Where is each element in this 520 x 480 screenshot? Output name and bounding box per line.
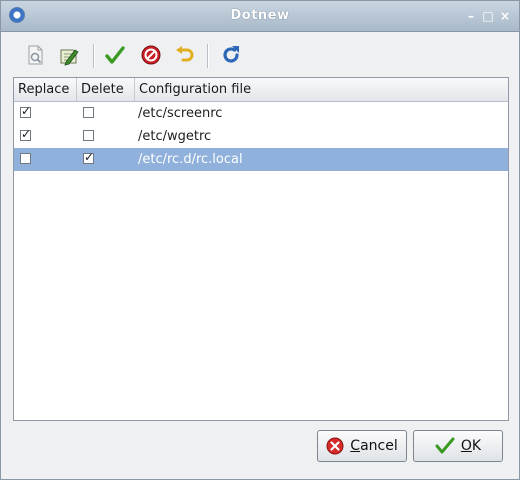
cancel-icon (326, 437, 344, 455)
view-diff-icon (28, 45, 43, 65)
table-row[interactable]: ✓ /etc/screenrc (14, 102, 508, 125)
edit-icon (60, 49, 79, 66)
refresh-icon (223, 46, 239, 63)
file-path: /etc/wgetrc (138, 129, 212, 144)
file-path: /etc/screenrc (138, 106, 223, 121)
delete-checkbox[interactable] (83, 107, 94, 118)
file-path: /etc/rc.d/rc.local (138, 152, 243, 167)
column-header-file[interactable]: Configuration file (135, 78, 508, 101)
toolbar-separator (207, 44, 209, 68)
edit-button[interactable] (55, 41, 83, 69)
maximize-button[interactable]: □ (482, 10, 494, 22)
ok-label: OK (460, 438, 482, 454)
config-file-list[interactable]: Replace Delete Configuration file ✓ /etc… (13, 77, 509, 421)
column-header-delete[interactable]: Delete (77, 78, 135, 101)
delete-checkbox[interactable] (83, 130, 94, 141)
view-diff-button[interactable] (21, 41, 49, 69)
toolbar (13, 39, 509, 73)
accept-icon (105, 46, 125, 64)
undo-icon (176, 46, 194, 62)
replace-checkbox[interactable]: ✓ (20, 104, 32, 118)
close-button[interactable]: × (499, 10, 511, 22)
table-row-selected[interactable]: ✓ /etc/rc.d/rc.local (14, 148, 508, 171)
undo-button[interactable] (171, 41, 199, 69)
cancel-label: Cancel (350, 438, 398, 454)
table-row[interactable]: ✓ /etc/wgetrc (14, 125, 508, 148)
check-mark: ✓ (21, 127, 32, 141)
accept-button[interactable] (101, 41, 129, 69)
ok-icon (435, 437, 455, 454)
refresh-button[interactable] (217, 41, 245, 69)
list-header: Replace Delete Configuration file (14, 78, 508, 102)
delete-checkbox[interactable]: ✓ (83, 150, 95, 164)
reject-button[interactable] (137, 41, 165, 69)
window-title: Dotnew (230, 8, 290, 23)
check-mark: ✓ (84, 150, 95, 164)
dialog-button-bar: Cancel OK (1, 425, 519, 479)
ok-button[interactable]: OK (413, 430, 503, 462)
column-header-replace[interactable]: Replace (14, 78, 77, 101)
minimize-button[interactable]: – (465, 10, 477, 22)
reject-icon (141, 45, 161, 65)
title-bar[interactable]: Dotnew – □ × (1, 1, 519, 32)
check-mark: ✓ (21, 104, 32, 118)
cancel-button[interactable]: Cancel (317, 430, 407, 462)
replace-checkbox[interactable] (20, 153, 31, 164)
dotnew-window: Dotnew – □ × Replace Delete Configuratio… (0, 0, 520, 480)
replace-checkbox[interactable]: ✓ (20, 127, 32, 141)
toolbar-separator (93, 44, 95, 68)
